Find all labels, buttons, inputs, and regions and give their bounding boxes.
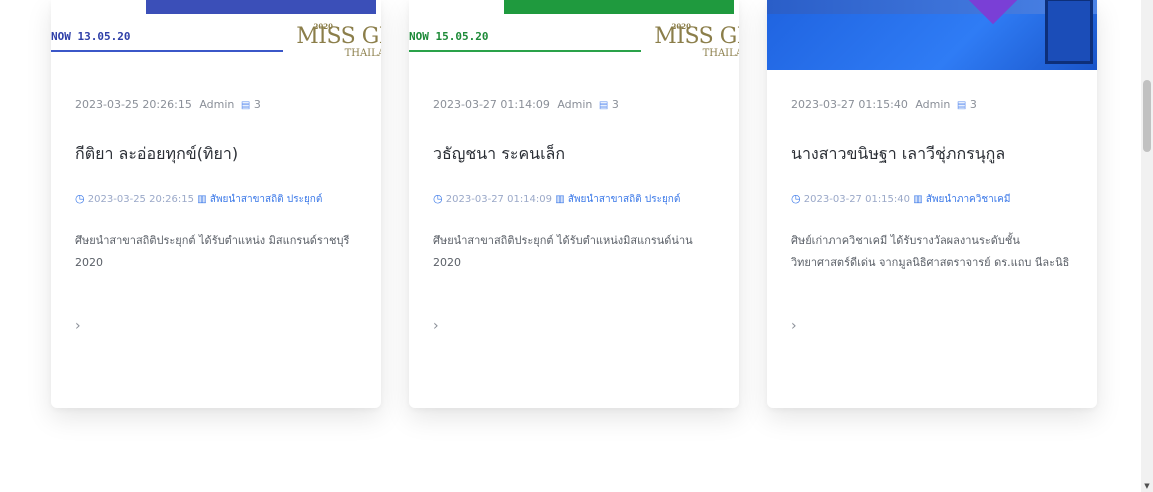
- post-thumbnail[interactable]: NOW 15.05.20 2020 MISS GI THAILA: [409, 0, 739, 70]
- tag-category[interactable]: สัพยนำสาขาสถิติ ประยุกต์: [568, 194, 681, 205]
- scroll-down-arrow-icon[interactable]: ▼: [1141, 482, 1153, 490]
- post-title[interactable]: วธัญชนา ระคนเล็ก: [433, 142, 723, 167]
- clock-icon: ◷: [433, 192, 443, 205]
- chevron-right-icon[interactable]: ›: [791, 318, 797, 334]
- post-card[interactable]: NOW 15.05.20 2020 MISS GI THAILA 2023-03…: [409, 0, 739, 408]
- post-excerpt: ศึษยนำสาขาสถิติประยุกต์ ได้รับตำแหน่ง มิ…: [75, 234, 350, 269]
- thumbnail-rule: [51, 50, 283, 52]
- tag-category[interactable]: สัพยนำภาควิชาเคมี: [926, 194, 1011, 205]
- scrollbar-thumb[interactable]: [1143, 80, 1151, 152]
- post-datetime: 2023-03-27 01:15:40: [791, 98, 908, 111]
- post-tags: ◷ 2023-03-25 20:26:15 ▥ สัพยนำสาขาสถิติ …: [75, 191, 355, 208]
- chevron-right-icon[interactable]: ›: [75, 318, 81, 334]
- comment-count: 3: [969, 98, 977, 111]
- clock-icon: ◷: [75, 192, 85, 205]
- post-thumbnail[interactable]: NOW 13.05.20 2020 MISS GI THAILA: [51, 0, 381, 70]
- post-meta: 2023-03-27 01:14:09 Admin ▤ 3: [433, 98, 619, 111]
- chevron-right-icon[interactable]: ›: [433, 318, 439, 334]
- post-datetime: 2023-03-27 01:14:09: [433, 98, 550, 111]
- post-author[interactable]: Admin: [199, 98, 234, 111]
- post-tags: ◷ 2023-03-27 01:14:09 ▥ สัพยนำสาขาสถิติ …: [433, 191, 713, 208]
- post-card[interactable]: 2023-03-27 01:15:40 Admin ▤ 3 นางสาวขนิษ…: [767, 0, 1097, 408]
- thumbnail-panel-shape: [1045, 0, 1093, 64]
- post-card[interactable]: NOW 13.05.20 2020 MISS GI THAILA 2023-03…: [51, 0, 381, 408]
- post-author[interactable]: Admin: [915, 98, 950, 111]
- thumbnail-brand-logo: MISS GI: [654, 24, 739, 49]
- thumbnail-brand-sub: THAILA: [702, 48, 739, 59]
- vertical-scrollbar[interactable]: ▼: [1141, 0, 1153, 492]
- post-meta: 2023-03-25 20:26:15 Admin ▤ 3: [75, 98, 261, 111]
- thumbnail-brand-logo: MISS GI: [296, 24, 381, 49]
- folder-icon: ▥: [197, 194, 207, 205]
- tag-time: 2023-03-27 01:14:09: [445, 194, 553, 205]
- comment-icon: ▤: [240, 100, 251, 111]
- tag-time: 2023-03-27 01:15:40: [803, 194, 911, 205]
- comment-icon: ▤: [598, 100, 609, 111]
- comment-icon: ▤: [956, 100, 967, 111]
- post-author[interactable]: Admin: [557, 98, 592, 111]
- blog-listing: NOW 13.05.20 2020 MISS GI THAILA 2023-03…: [0, 0, 1141, 492]
- thumbnail-rule: [409, 50, 641, 52]
- comment-count: 3: [253, 98, 261, 111]
- tag-time: 2023-03-25 20:26:15: [87, 194, 195, 205]
- thumbnail-brand-sub: THAILA: [344, 48, 381, 59]
- folder-icon: ▥: [913, 194, 923, 205]
- clock-icon: ◷: [791, 192, 801, 205]
- thumbnail-top-bar: [504, 0, 734, 14]
- tag-category[interactable]: สัพยนำสาขาสถิติ ประยุกต์: [210, 194, 323, 205]
- post-title[interactable]: นางสาวขนิษฐา เลาวีชุ่ภกรนุกูล: [791, 142, 1081, 167]
- post-excerpt: ศิษย์เก่าภาควิชาเคมี ได้รับรางวัลผลงานระ…: [791, 234, 1070, 269]
- comment-count: 3: [611, 98, 619, 111]
- post-tags: ◷ 2023-03-27 01:15:40 ▥ สัพยนำภาควิชาเคม…: [791, 191, 1071, 208]
- thumbnail-date-text: NOW 15.05.20: [409, 30, 489, 43]
- post-meta: 2023-03-27 01:15:40 Admin ▤ 3: [791, 98, 977, 111]
- post-excerpt: ศึษยนำสาขาสถิติประยุกต์ ได้รับตำแหน่งมิส…: [433, 234, 693, 269]
- post-thumbnail[interactable]: [767, 0, 1097, 70]
- thumbnail-date-text: NOW 13.05.20: [51, 30, 131, 43]
- post-title[interactable]: กีติยา ละอ่อยทุกข์(ทิยา): [75, 142, 365, 167]
- folder-icon: ▥: [555, 194, 565, 205]
- thumbnail-top-bar: [146, 0, 376, 14]
- post-datetime: 2023-03-25 20:26:15: [75, 98, 192, 111]
